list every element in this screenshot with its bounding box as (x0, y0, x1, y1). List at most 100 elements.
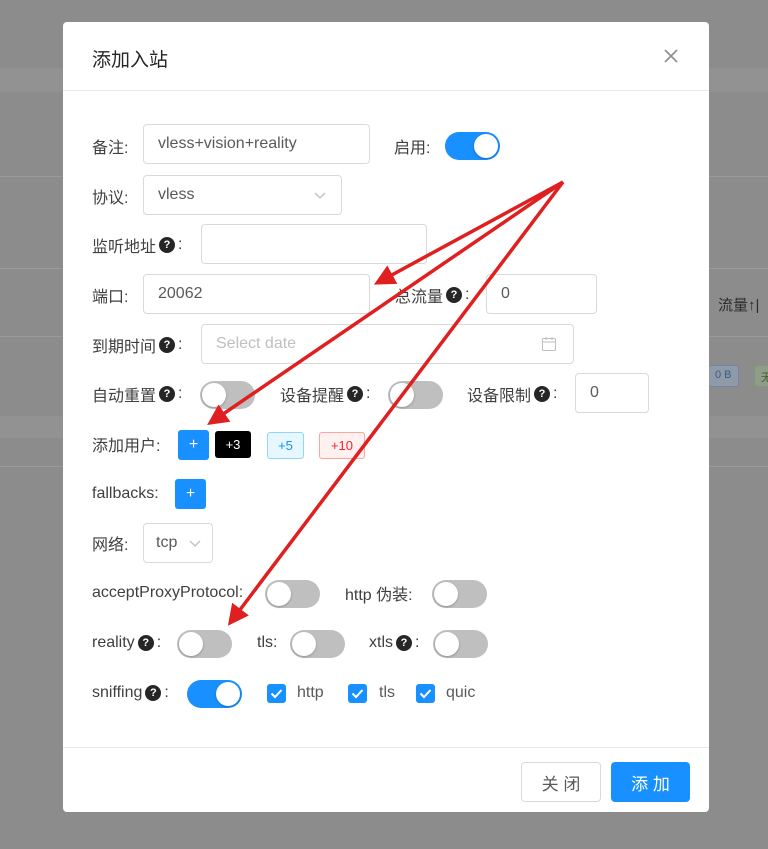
total-label-text: 总流量 (395, 289, 444, 306)
sniff-http-checkbox[interactable] (267, 684, 286, 703)
colon: : (164, 684, 169, 701)
switch-knob (216, 682, 240, 706)
add-3-users-tag[interactable]: +3 (215, 431, 251, 458)
check-icon (351, 689, 364, 699)
listen-label-text: 监听地址 (92, 239, 157, 256)
switch-knob (474, 134, 498, 158)
port-input[interactable]: 20062 (143, 274, 370, 314)
add-button[interactable]: 添 加 (611, 762, 690, 802)
sniffing-label: sniffing ?: (92, 681, 169, 705)
colon: : (366, 385, 371, 402)
expiry-label: 到期时间 ?: (92, 333, 182, 357)
protocol-select[interactable]: vless (143, 175, 342, 215)
device-limit-value: 0 (590, 384, 599, 401)
switch-knob (179, 632, 203, 656)
add-inbound-modal: 添加入站 备注: vless+vision+reality 启用: 协议: vl… (63, 22, 709, 812)
sniff-tls-label: tls (379, 684, 395, 701)
tls-label-text: tls: (257, 634, 278, 651)
modal-title: 添加入站 (92, 50, 169, 71)
remark-input[interactable]: vless+vision+reality (143, 124, 370, 164)
remark-value: vless+vision+reality (158, 135, 297, 152)
bg-traffic-tag: 0 B (708, 365, 739, 387)
help-icon[interactable]: ? (137, 635, 154, 651)
switch-knob (434, 582, 458, 606)
help-icon[interactable]: ? (396, 635, 412, 651)
tls-label: tls: (257, 631, 277, 655)
help-icon[interactable]: ? (446, 287, 463, 303)
close-icon[interactable] (659, 44, 683, 68)
colon: : (156, 634, 162, 651)
sniffing-label-text: sniffing (92, 684, 143, 701)
accept-proxy-switch[interactable] (265, 580, 320, 608)
colon: : (465, 286, 470, 303)
listen-input[interactable] (201, 224, 427, 264)
device-limit-label-text: 设备限制 (467, 388, 532, 405)
help-icon[interactable]: ? (159, 386, 176, 402)
fallbacks-label: fallbacks: (92, 482, 159, 506)
protocol-label-text: 协议: (92, 190, 129, 207)
add-user-label-text: 添加用户: (92, 438, 161, 455)
help-icon[interactable]: ? (159, 237, 176, 253)
port-value: 20062 (158, 285, 203, 302)
switch-knob (267, 582, 291, 606)
switch-knob (390, 383, 414, 407)
expiry-label-text: 到期时间 (92, 339, 157, 356)
device-alert-label: 设备提醒 ?: (280, 382, 370, 406)
colon: : (178, 385, 183, 402)
help-icon[interactable]: ? (159, 337, 176, 353)
protocol-value: vless (158, 186, 195, 203)
colon: : (553, 385, 558, 402)
http-camouflage-label-text: http 伪装: (345, 587, 413, 604)
device-limit-input[interactable]: 0 (575, 373, 649, 413)
expiry-date-picker[interactable]: Select date (201, 324, 574, 364)
accept-proxy-label: acceptProxyProtocol: (92, 581, 243, 605)
colon: : (178, 236, 183, 253)
help-icon[interactable]: ? (347, 386, 364, 402)
auto-reset-switch[interactable] (200, 381, 255, 409)
calendar-icon (542, 337, 556, 351)
sniff-tls-checkbox[interactable] (348, 684, 367, 703)
reality-label-text: reality (92, 634, 135, 651)
enable-label-text: 启用: (394, 140, 431, 157)
listen-label: 监听地址 ?: (92, 233, 182, 257)
fallbacks-label-text: fallbacks: (92, 485, 159, 502)
port-label-text: 端口: (92, 289, 129, 306)
add-user-button[interactable]: + (178, 430, 209, 460)
add-10-users-tag[interactable]: +10 (319, 432, 365, 459)
help-icon[interactable]: ? (145, 685, 162, 701)
total-traffic-input[interactable]: 0 (486, 274, 597, 314)
tls-switch[interactable] (290, 630, 345, 658)
close-button[interactable]: 关 闭 (521, 762, 601, 802)
add-fallback-button[interactable]: + (175, 479, 206, 509)
device-alert-label-text: 设备提醒 (280, 388, 345, 405)
switch-knob (435, 632, 459, 656)
accept-proxy-label-text: acceptProxyProtocol: (92, 584, 244, 601)
bg-expiry-tag: 无 (754, 365, 768, 387)
sniff-quic-label: quic (446, 684, 476, 701)
enable-label: 启用: (394, 134, 430, 158)
enable-switch[interactable] (445, 132, 500, 160)
http-camouflage-switch[interactable] (432, 580, 487, 608)
auto-reset-label-text: 自动重置 (92, 388, 157, 405)
chevron-down-icon (189, 540, 201, 547)
device-alert-switch[interactable] (388, 381, 443, 409)
colon: : (178, 336, 183, 353)
device-limit-label: 设备限制 ?: (467, 382, 557, 406)
sniffing-switch[interactable] (187, 680, 242, 708)
port-label: 端口: (92, 283, 128, 307)
help-icon[interactable]: ? (534, 386, 551, 402)
check-icon (270, 689, 283, 699)
add-5-users-tag[interactable]: +5 (267, 432, 304, 459)
chevron-down-icon (314, 192, 326, 199)
colon: : (415, 634, 420, 651)
network-label: 网络: (92, 531, 128, 555)
sniff-quic-checkbox[interactable] (416, 684, 435, 703)
reality-switch[interactable] (177, 630, 232, 658)
network-select[interactable]: tcp (143, 523, 213, 563)
add-user-label: 添加用户: (92, 432, 160, 456)
remark-label: 备注: (92, 134, 128, 158)
switch-knob (202, 383, 226, 407)
xtls-switch[interactable] (433, 630, 488, 658)
network-value: tcp (156, 534, 178, 551)
network-label-text: 网络: (92, 537, 129, 554)
